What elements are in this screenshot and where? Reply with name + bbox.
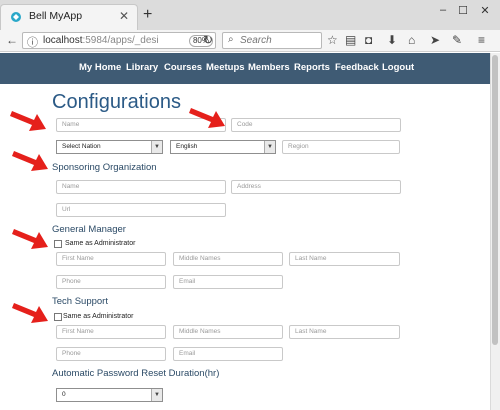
- sponsor-heading: Sponsoring Organization: [52, 162, 157, 173]
- sponsor-address-placeholder: Address: [237, 183, 261, 190]
- manager-first-name-input[interactable]: First Name: [56, 252, 166, 266]
- password-reset-duration-value: 0: [62, 391, 66, 398]
- star-icon[interactable]: ☆: [327, 33, 338, 47]
- browser-tab-bar: Bell MyApp ✕ + – ☐ ✕: [0, 0, 500, 30]
- menu-icon[interactable]: ≡: [478, 33, 485, 47]
- tech-heading: Tech Support: [52, 296, 108, 307]
- nation-select[interactable]: Select Nation ▼: [56, 140, 163, 154]
- language-select[interactable]: English ▼: [170, 140, 276, 154]
- manager-same-as-admin-label: Same as Administrator: [65, 240, 136, 247]
- window-close-icon[interactable]: ✕: [478, 4, 492, 17]
- annotation-arrow-icon: [10, 111, 46, 131]
- manager-phone-input[interactable]: Phone: [56, 275, 166, 289]
- url-bar[interactable]: ⓘ localhost:5984/apps/_desi 80%: [22, 32, 216, 49]
- region-input[interactable]: Region: [282, 140, 400, 154]
- reload-icon[interactable]: ↻: [203, 33, 213, 47]
- search-placeholder: Search: [240, 35, 272, 46]
- tech-phone-input[interactable]: Phone: [56, 347, 166, 361]
- sponsor-name-input[interactable]: Name: [56, 180, 226, 194]
- tech-last-name-placeholder: Last Name: [295, 328, 327, 335]
- manager-last-name-placeholder: Last Name: [295, 255, 327, 262]
- chevron-down-icon: ▼: [151, 389, 162, 401]
- password-reset-duration-select[interactable]: 0 ▼: [56, 388, 163, 402]
- browser-tab[interactable]: Bell MyApp ✕: [0, 4, 138, 30]
- tech-middle-names-placeholder: Middle Names: [179, 328, 221, 335]
- nav-courses[interactable]: Courses: [164, 62, 202, 73]
- config-code-placeholder: Code: [237, 121, 253, 128]
- browser-nav-bar: ← ⓘ localhost:5984/apps/_desi 80% ↻ ⌕ Se…: [0, 30, 500, 52]
- tech-last-name-input[interactable]: Last Name: [289, 325, 400, 339]
- app-nav-bar: My Home Library Courses Meetups Members …: [0, 53, 490, 84]
- nav-my-home[interactable]: My Home: [79, 62, 121, 73]
- region-placeholder: Region: [288, 143, 309, 150]
- manager-first-name-placeholder: First Name: [62, 255, 94, 262]
- sponsor-name-placeholder: Name: [62, 183, 80, 190]
- manager-email-input[interactable]: Email: [173, 275, 283, 289]
- nav-library[interactable]: Library: [126, 62, 158, 73]
- tech-email-input[interactable]: Email: [173, 347, 283, 361]
- manager-email-placeholder: Email: [179, 278, 196, 285]
- nav-meetups[interactable]: Meetups: [206, 62, 245, 73]
- manager-phone-placeholder: Phone: [62, 278, 81, 285]
- nav-members[interactable]: Members: [248, 62, 290, 73]
- home-icon[interactable]: ⌂: [408, 33, 415, 47]
- chevron-down-icon: ▼: [264, 141, 275, 153]
- tech-same-as-admin-label: Same as Administrator: [63, 313, 134, 320]
- search-icon: ⌕: [228, 34, 234, 45]
- scrollbar-thumb[interactable]: [492, 55, 498, 345]
- nav-feedback[interactable]: Feedback: [335, 62, 379, 73]
- minimize-icon[interactable]: –: [436, 4, 450, 16]
- tech-first-name-placeholder: First Name: [62, 328, 94, 335]
- pocket-icon[interactable]: ◘: [365, 33, 372, 47]
- send-icon[interactable]: ➤: [430, 33, 440, 47]
- annotation-arrow-icon: [189, 108, 225, 128]
- new-tab-button[interactable]: +: [143, 6, 152, 24]
- annotation-arrow-icon: [12, 229, 48, 249]
- tab-title: Bell MyApp: [29, 10, 83, 22]
- maximize-icon[interactable]: ☐: [456, 4, 470, 17]
- manager-middle-names-input[interactable]: Middle Names: [173, 252, 283, 266]
- sponsor-url-input[interactable]: Url: [56, 203, 226, 217]
- nav-logout[interactable]: Logout: [382, 62, 414, 73]
- annotation-arrow-icon: [12, 303, 48, 323]
- tech-same-as-admin-checkbox[interactable]: [54, 313, 62, 321]
- password-reset-heading: Automatic Password Reset Duration(hr): [52, 368, 220, 379]
- manager-last-name-input[interactable]: Last Name: [289, 252, 400, 266]
- tech-email-placeholder: Email: [179, 350, 196, 357]
- page-title: Configurations: [52, 91, 181, 113]
- url-host: localhost: [43, 35, 83, 46]
- reading-list-icon[interactable]: ▤: [345, 33, 356, 47]
- url-text[interactable]: localhost:5984/apps/_desi: [43, 35, 159, 46]
- sponsor-url-placeholder: Url: [62, 206, 71, 213]
- back-icon[interactable]: ←: [6, 33, 18, 47]
- search-bar[interactable]: ⌕ Search: [222, 32, 322, 49]
- info-icon[interactable]: ⓘ: [27, 34, 38, 50]
- app-favicon-icon: [11, 12, 21, 22]
- extension-icon[interactable]: ✎: [452, 33, 462, 47]
- tech-middle-names-input[interactable]: Middle Names: [173, 325, 283, 339]
- manager-heading: General Manager: [52, 224, 126, 235]
- language-select-value: English: [176, 143, 198, 150]
- download-icon[interactable]: ⬇: [387, 33, 397, 47]
- annotation-arrow-icon: [12, 151, 48, 171]
- sponsor-address-input[interactable]: Address: [231, 180, 401, 194]
- tech-phone-placeholder: Phone: [62, 350, 81, 357]
- nation-select-value: Select Nation: [62, 143, 101, 150]
- config-code-input[interactable]: Code: [231, 118, 401, 132]
- tab-close-icon[interactable]: ✕: [119, 9, 129, 23]
- tech-first-name-input[interactable]: First Name: [56, 325, 166, 339]
- manager-same-as-admin-checkbox[interactable]: [54, 240, 62, 248]
- nav-reports[interactable]: Reports: [294, 62, 330, 73]
- url-path: :5984/apps/_desi: [82, 35, 159, 46]
- manager-middle-names-placeholder: Middle Names: [179, 255, 221, 262]
- chevron-down-icon: ▼: [151, 141, 162, 153]
- config-name-placeholder: Name: [62, 121, 80, 128]
